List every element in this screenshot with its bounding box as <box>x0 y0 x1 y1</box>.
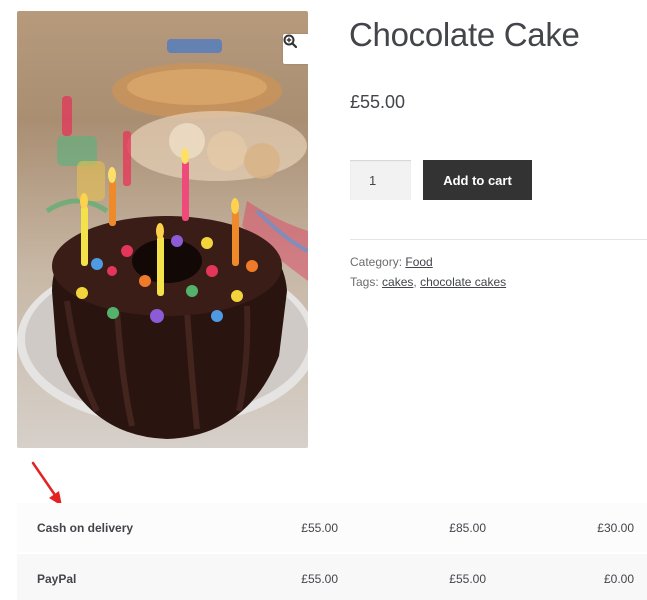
payment-amount: £55.00 <box>449 572 486 586</box>
category-label: Category: <box>350 255 403 269</box>
product-tags: Tags: cakes, chocolate cakes <box>350 274 506 290</box>
tag-link[interactable]: cakes <box>382 275 413 289</box>
payment-method: PayPal <box>37 572 77 586</box>
summary-divider <box>350 239 647 240</box>
payment-amount: £55.00 <box>301 572 338 586</box>
product-title: Chocolate Cake <box>349 16 580 53</box>
quantity-input[interactable] <box>350 160 411 200</box>
magnifier-plus-icon <box>283 34 297 48</box>
product-price: £55.00 <box>350 92 406 112</box>
category-link[interactable]: Food <box>405 255 432 269</box>
product-category: Category: Food <box>350 254 433 270</box>
zoom-button[interactable] <box>283 34 308 64</box>
payment-row: PayPal £55.00 £55.00 £0.00 <box>17 554 647 600</box>
add-to-cart-button[interactable]: Add to cart <box>423 160 532 200</box>
payment-amount: £85.00 <box>449 521 486 535</box>
product-page: Chocolate Cake £55.00 Add to cart Catego… <box>0 0 647 600</box>
payment-row: Cash on delivery £55.00 £85.00 £30.00 <box>17 503 647 552</box>
tags-label: Tags: <box>350 275 379 289</box>
payment-amount: £0.00 <box>603 572 634 586</box>
payment-method: Cash on delivery <box>37 521 134 535</box>
product-image[interactable] <box>17 11 308 448</box>
product-image-illustration <box>17 39 308 439</box>
tags-separator: , <box>413 275 417 289</box>
payment-amount: £30.00 <box>597 521 634 535</box>
payment-amount: £55.00 <box>301 521 338 535</box>
tag-link[interactable]: chocolate cakes <box>420 275 506 289</box>
